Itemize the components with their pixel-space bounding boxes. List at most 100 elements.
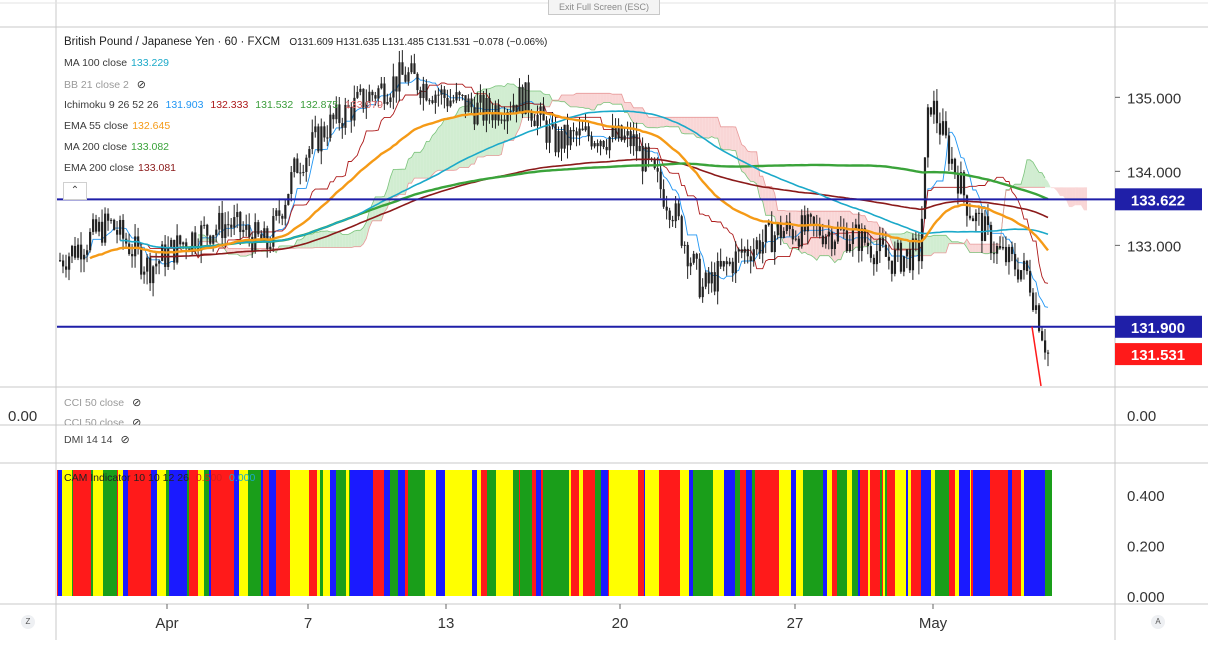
cam-bar [789, 470, 791, 596]
cam-bar [312, 470, 316, 596]
candle-body [668, 210, 671, 220]
candle-body [155, 263, 158, 267]
legend-cci-2[interactable]: CCI 50 close ⊘ [64, 416, 141, 425]
cam-bar [832, 470, 835, 596]
cam-bar [320, 470, 323, 596]
hidden-eye-icon[interactable]: ⊘ [132, 416, 141, 425]
cam-bar [263, 470, 269, 596]
legend-cci-2-label: CCI 50 close [64, 417, 125, 425]
candle-body [548, 126, 551, 143]
candle-body [74, 245, 77, 258]
cam-bar [835, 470, 837, 596]
candle-body [728, 261, 731, 265]
candle-body [1047, 352, 1050, 354]
candle-body [836, 228, 839, 242]
cam-bar [380, 470, 384, 596]
cam-bar [739, 470, 740, 596]
corner-right-button[interactable]: A [1151, 615, 1165, 629]
cloud-segment [1078, 187, 1082, 206]
cloud-segment [342, 234, 346, 248]
cam-bar [664, 470, 665, 596]
cam-bar [69, 470, 70, 596]
candle-body [749, 256, 752, 262]
cloud-segment [729, 126, 733, 151]
exit-fullscreen-button[interactable]: Exit Full Screen (ESC) [548, 0, 660, 15]
candle-body [215, 229, 218, 236]
collapse-legend-button[interactable]: ⌃ [63, 182, 87, 200]
cloud-segment [651, 117, 655, 128]
candle-body [305, 157, 308, 172]
cam-bar [223, 470, 226, 596]
candle-body [584, 126, 587, 131]
candle-body [59, 260, 62, 262]
legend-ichimoku[interactable]: Ichimoku 9 26 52 26 131.903 132.333 131.… [64, 99, 383, 111]
cam-bar [570, 470, 571, 596]
corner-left-button[interactable]: Z [21, 615, 35, 629]
candle-body [515, 104, 518, 113]
legend-ma200[interactable]: MA 200 close 133.082 [64, 141, 169, 153]
candle-body [560, 130, 563, 149]
cam-bar [532, 470, 536, 596]
hidden-eye-icon[interactable]: ⊘ [120, 433, 129, 446]
legend-dmi[interactable]: DMI 14 14 ⊘ [64, 433, 130, 446]
legend-bb[interactable]: BB 21 close 2 ⊘ [64, 78, 146, 91]
chart-stage[interactable]: 133.622 131.900 131.531 133.000 134.000 135.… [0, 0, 1208, 640]
candle-body [809, 214, 812, 217]
cloud-segment [1048, 181, 1052, 189]
candle-body [404, 74, 407, 82]
cam-bar [796, 470, 803, 596]
cloud-segment [702, 117, 706, 138]
cloud-segment [741, 144, 745, 174]
cloud-segment [432, 132, 436, 175]
cloud-segment [687, 117, 691, 134]
x-tick-label: 7 [304, 615, 312, 632]
candle-body [383, 83, 386, 104]
cam-bar [373, 470, 378, 596]
cam-bar [1008, 470, 1012, 596]
cloud-segment [327, 230, 331, 248]
candle-body [1025, 260, 1029, 272]
candle-body [899, 242, 903, 272]
cam-bar [752, 470, 755, 596]
chart-canvas[interactable]: 133.622 131.900 131.531 133.000 134.000 135.… [0, 0, 1208, 640]
cam-bar [563, 470, 569, 596]
candle-body [458, 92, 461, 95]
cam-bar [162, 470, 166, 596]
candle-body [257, 222, 260, 235]
cloud-segment [657, 117, 661, 128]
candle-body [245, 225, 248, 230]
cloud-segment [621, 94, 625, 113]
candle-body [437, 94, 440, 96]
candle-body [593, 143, 596, 147]
level-price-label: 131.900 [1131, 320, 1185, 337]
candle-body [707, 272, 710, 284]
legend-ema55[interactable]: EMA 55 close 132.645 [64, 120, 170, 132]
candle-body [887, 256, 891, 261]
cam-bar [339, 470, 343, 596]
hidden-eye-icon[interactable]: ⊘ [137, 78, 146, 91]
legend-cci-1[interactable]: CCI 50 close ⊘ [64, 396, 141, 409]
cam-bar [876, 470, 880, 596]
candle-body [422, 83, 425, 99]
candle-body [896, 242, 900, 250]
legend-cam[interactable]: CAM Indicator 10 10 12 26 0.500 0.000 [64, 472, 255, 484]
candle-body [722, 261, 725, 267]
hidden-eye-icon[interactable]: ⊘ [132, 396, 141, 409]
cloud-segment [660, 117, 664, 128]
candle-body [464, 95, 467, 113]
legend-ema200[interactable]: EMA 200 close 133.081 [64, 162, 176, 174]
legend-ma100[interactable]: MA 100 close 133.229 [64, 57, 169, 69]
cam-bar [680, 470, 682, 596]
cam-bar [823, 470, 827, 596]
cam-bar [77, 470, 84, 596]
cam-bar [608, 470, 609, 596]
cam-bar [430, 470, 434, 596]
last-price-label: 131.531 [1131, 347, 1185, 364]
legend-ichimoku-value-2: 132.333 [210, 99, 249, 111]
candle-body [524, 82, 527, 115]
cam-bar [642, 470, 644, 596]
candle-body [797, 238, 800, 247]
candle-body [482, 94, 485, 121]
cloud-segment [453, 114, 457, 171]
cam-bar [252, 470, 256, 596]
